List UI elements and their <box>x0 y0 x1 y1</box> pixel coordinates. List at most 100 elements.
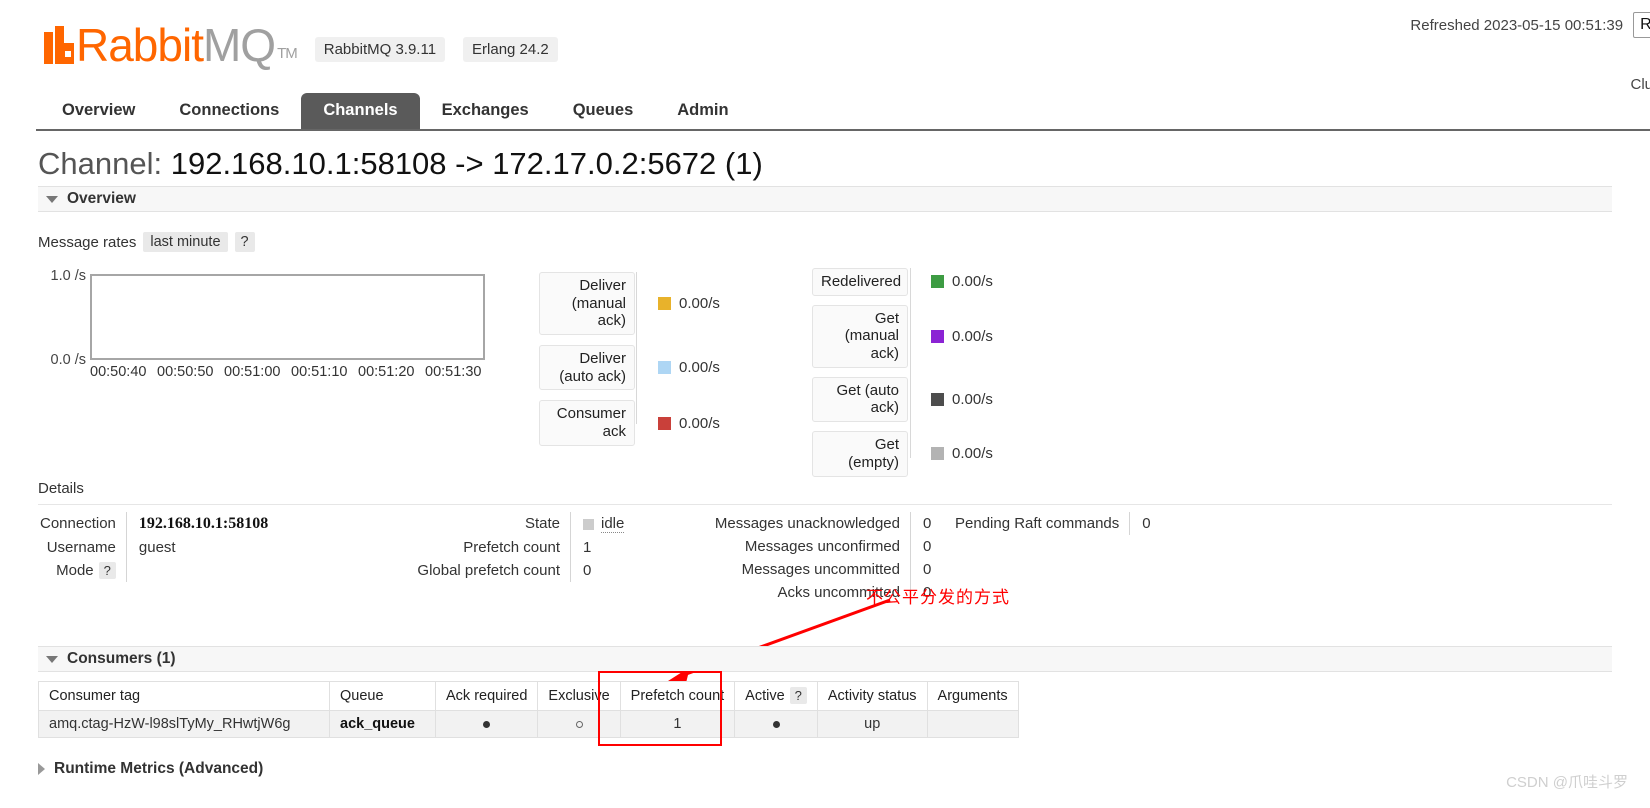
filled-dot-icon <box>483 721 491 728</box>
detail-value-mode <box>125 559 269 582</box>
legend-value-wrap: 0.00/s <box>658 359 720 376</box>
legend-rate: 0.00/s <box>952 273 993 291</box>
legend-label: Get (auto ack) <box>812 376 908 423</box>
detail-key: State <box>524 515 560 532</box>
column-header-ack-required[interactable]: Ack required <box>434 681 539 711</box>
message-rates-period[interactable]: last minute <box>143 232 228 252</box>
watermark: CSDN @爪哇斗罗 <box>1506 774 1628 791</box>
cell-queue[interactable]: ack_queue <box>329 710 436 738</box>
column-header-exclusive[interactable]: Exclusive <box>537 681 621 711</box>
mode-help-icon[interactable]: ? <box>98 562 116 579</box>
details-label: Details <box>38 480 84 497</box>
legend-item: Consumer ack 0.00/s <box>539 400 720 446</box>
detail-value-messages-unconfirmed: 0 <box>910 535 932 558</box>
column-header-arguments[interactable]: Arguments <box>926 681 1019 711</box>
legend-swatch-icon <box>658 297 671 311</box>
main-navigation: Overview Connections Channels Exchanges … <box>36 93 1650 131</box>
detail-value-connection[interactable]: 192.168.10.1:58108 <box>139 515 268 532</box>
tab-overview[interactable]: Overview <box>40 93 157 129</box>
legend-swatch-icon <box>658 361 671 375</box>
overview-section-label: Overview <box>67 190 136 207</box>
active-help-icon[interactable]: ? <box>789 687 807 704</box>
chevron-down-icon <box>46 655 58 663</box>
legend-swatch-icon <box>931 392 944 406</box>
consumers-section-header[interactable]: Consumers (1) <box>38 646 1612 672</box>
message-rates-help-icon[interactable]: ? <box>234 232 255 252</box>
rabbitmq-logo-icon <box>44 26 74 64</box>
chevron-down-icon <box>46 195 58 203</box>
cell-activity-status: up <box>816 710 928 738</box>
detail-key: Connection <box>40 515 116 532</box>
cell-exclusive <box>537 710 621 738</box>
detail-row: Username guest <box>40 536 269 559</box>
legend-rate: 0.00/s <box>952 327 993 345</box>
tab-exchanges[interactable]: Exchanges <box>420 93 551 129</box>
chevron-right-icon <box>38 763 45 775</box>
cell-consumer-tag: amq.ctag-HzW-l98slTyMy_RHwtjW6g <box>38 710 330 738</box>
chart-x-axis: 00:50:40 00:50:50 00:51:00 00:51:10 00:5… <box>90 364 490 380</box>
legend-swatch-icon <box>931 275 944 289</box>
legend-value-wrap: 0.00/s <box>931 328 993 345</box>
message-rates-controls: Message rates last minute ? <box>38 232 255 252</box>
cluster-label: Cluster <box>1630 76 1650 93</box>
legend-item: Get (auto ack) 0.00/s <box>812 376 993 423</box>
column-header-consumer-tag[interactable]: Consumer tag <box>38 681 330 711</box>
refresh-button[interactable]: Ref <box>1633 12 1650 38</box>
chart-x-tick: 00:50:40 <box>90 364 147 380</box>
runtime-metrics-section-header[interactable]: Runtime Metrics (Advanced) <box>38 760 1612 778</box>
tab-admin[interactable]: Admin <box>655 93 750 129</box>
detail-row: State idle <box>300 512 625 536</box>
legend-item: Deliver (manual ack) 0.00/s <box>539 272 720 336</box>
rabbitmq-version-badge: RabbitMQ 3.9.11 <box>314 37 446 62</box>
consumers-section-label: Consumers (1) <box>67 650 176 667</box>
detail-row: Messages unconfirmed 0 <box>640 535 932 558</box>
detail-value-messages-unacknowledged: 0 <box>910 512 932 535</box>
legend-value-wrap: 0.00/s <box>931 445 993 462</box>
legend-label: Redelivered <box>812 268 908 296</box>
chart-x-tick: 00:51:10 <box>291 364 348 380</box>
detail-row: Messages uncommitted 0 <box>640 558 932 581</box>
detail-value-global-prefetch-count: 0 <box>570 559 625 582</box>
empty-dot-icon <box>575 721 583 728</box>
cell-prefetch-count: 1 <box>619 710 736 738</box>
table-header-row: Consumer tag Queue Ack required Exclusiv… <box>38 681 1019 711</box>
legend-item: Get (empty) 0.00/s <box>812 431 993 477</box>
overview-section-header[interactable]: Overview <box>38 186 1612 212</box>
details-table-far-right: Pending Raft commands 0 <box>955 512 1151 535</box>
legend-rate: 0.00/s <box>952 445 993 463</box>
detail-row: Prefetch count 1 <box>300 536 625 559</box>
column-header-prefetch-count[interactable]: Prefetch count <box>619 681 736 711</box>
column-header-activity-status[interactable]: Activity status <box>816 681 928 711</box>
logo-trademark: TM <box>277 45 298 62</box>
legend-label: Consumer ack <box>539 400 635 446</box>
tab-queues[interactable]: Queues <box>551 93 656 129</box>
detail-row: Pending Raft commands 0 <box>955 512 1151 535</box>
runtime-metrics-label: Runtime Metrics (Advanced) <box>54 760 264 777</box>
legend-label: Deliver (auto ack) <box>539 345 635 391</box>
legend-label: Get (empty) <box>812 431 908 477</box>
detail-row: Mode? <box>40 559 269 582</box>
chart-x-tick: 00:50:50 <box>157 364 214 380</box>
cell-arguments <box>926 710 1019 738</box>
table-row: amq.ctag-HzW-l98slTyMy_RHwtjW6g ack_queu… <box>38 710 1019 738</box>
legend-column-right: Redelivered 0.00/s Get (manual ack) 0.00… <box>812 268 993 477</box>
rabbitmq-logo[interactable]: Rabbit MQ TM <box>44 22 298 68</box>
legend-value-wrap: 0.00/s <box>658 295 720 312</box>
detail-key: Global prefetch count <box>417 562 560 579</box>
tab-channels[interactable]: Channels <box>301 93 420 129</box>
column-header-active[interactable]: Active? <box>734 681 818 711</box>
legend-rate: 0.00/s <box>952 390 993 408</box>
refreshed-timestamp: Refreshed 2023-05-15 00:51:39 <box>1410 16 1624 34</box>
legend-rate: 0.00/s <box>679 414 720 432</box>
tab-connections[interactable]: Connections <box>157 93 301 129</box>
page-title-label: Channel: <box>38 146 163 181</box>
detail-key: Prefetch count <box>463 539 560 556</box>
annotation-text: 不公平分发的方式 <box>866 588 1010 607</box>
chart-y-tick-min: 0.0 /s <box>50 352 86 368</box>
detail-key: Username <box>46 539 116 556</box>
chart-y-tick-max: 1.0 /s <box>50 268 86 284</box>
cell-ack-required <box>434 710 539 738</box>
column-header-queue[interactable]: Queue <box>329 681 436 711</box>
erlang-version-badge: Erlang 24.2 <box>463 37 558 62</box>
detail-value-messages-uncommitted: 0 <box>910 558 932 581</box>
